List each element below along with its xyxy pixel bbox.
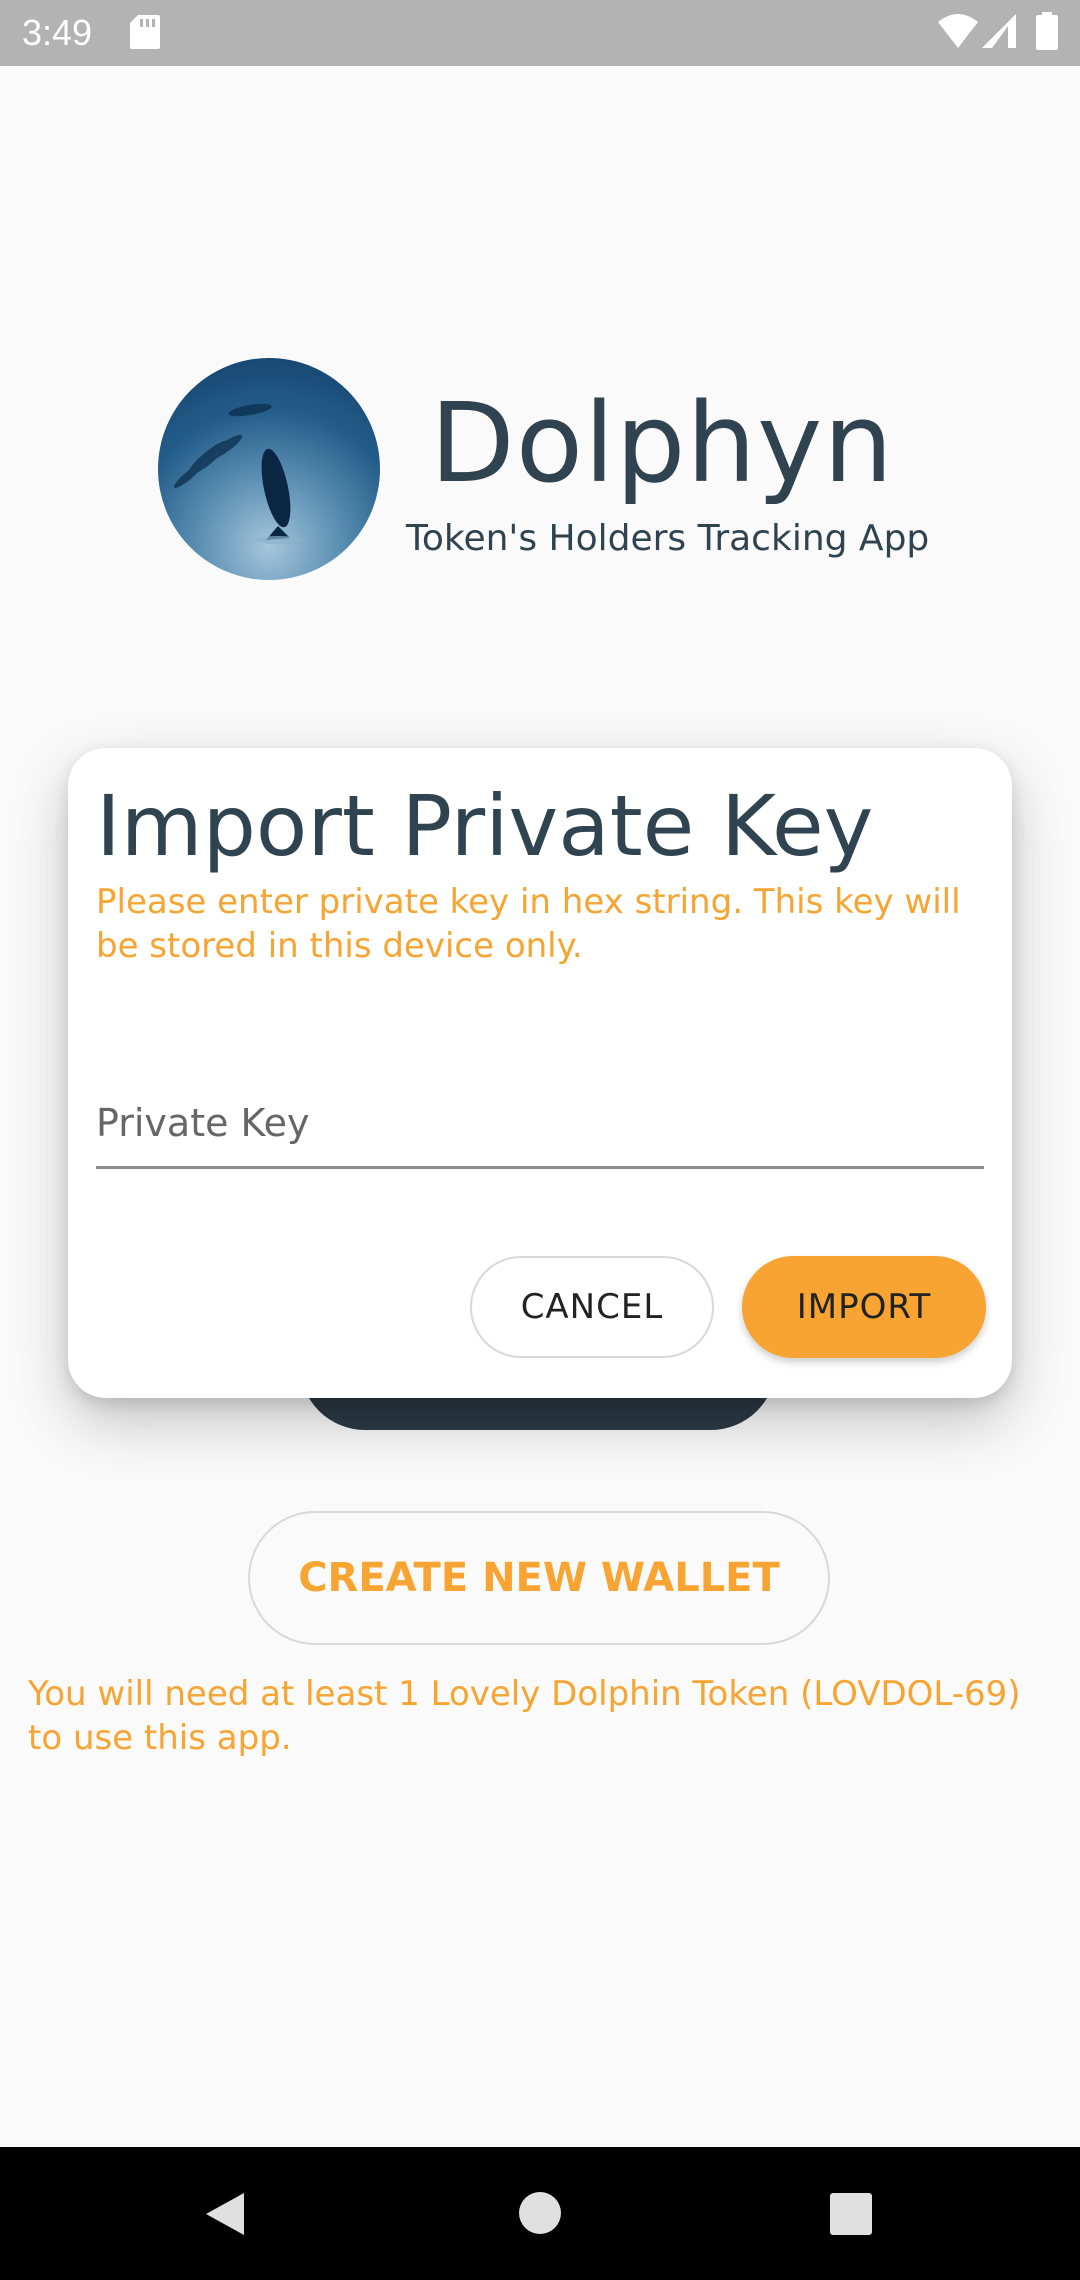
battery-icon	[1036, 12, 1058, 50]
token-requirement-notice: You will need at least 1 Lovely Dolphin …	[28, 1674, 1021, 1758]
home-icon[interactable]	[518, 2191, 562, 2235]
dolphin-logo	[158, 358, 380, 580]
signal-icon	[982, 14, 1016, 48]
screen: 3:49 Dolphyn Token's Holders Tracking Ap…	[0, 0, 1080, 2280]
navigation-bar	[0, 2147, 1080, 2280]
dialog-message: Please enter private key in hex string. …	[96, 882, 961, 966]
back-icon[interactable]	[204, 2191, 246, 2237]
recents-icon[interactable]	[830, 2193, 872, 2235]
app-subtitle: Token's Holders Tracking App	[406, 518, 930, 559]
status-time: 3:49	[22, 12, 93, 53]
create-new-wallet-button[interactable]: CREATE NEW WALLET	[248, 1511, 830, 1645]
dialog-title: Import Private Key	[96, 777, 874, 875]
cancel-button[interactable]: CANCEL	[470, 1256, 714, 1358]
sd-card-icon	[130, 15, 160, 49]
app-title: Dolphyn	[430, 379, 894, 507]
import-private-key-dialog: Import Private Key Please enter private …	[68, 748, 1012, 1398]
wifi-icon	[938, 14, 978, 48]
private-key-input[interactable]	[96, 1092, 984, 1169]
status-bar: 3:49	[0, 0, 1080, 66]
dolphin-logo-image	[173, 403, 302, 544]
import-button[interactable]: IMPORT	[742, 1256, 986, 1358]
